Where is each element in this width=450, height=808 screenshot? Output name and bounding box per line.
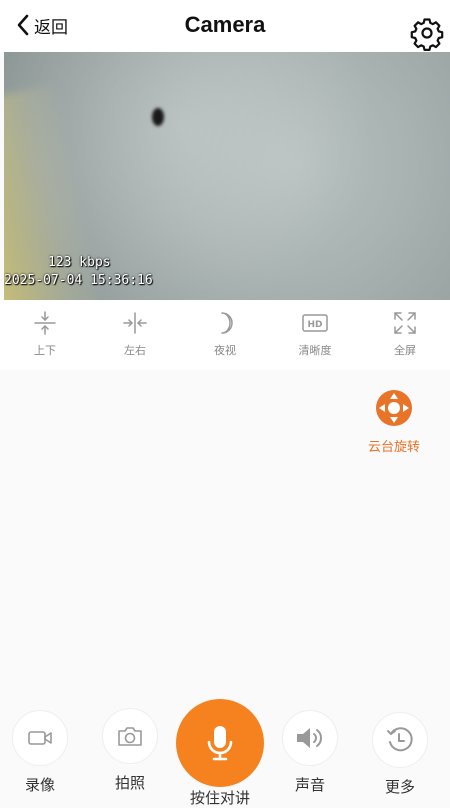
settings-button[interactable] — [410, 17, 444, 51]
night-vision-label: 夜视 — [214, 344, 236, 357]
fullscreen-label: 全屏 — [394, 344, 416, 357]
fullscreen-icon — [394, 312, 416, 334]
hd-icon: HD — [302, 314, 328, 332]
more-button[interactable]: 更多 — [370, 712, 430, 797]
night-vision-button[interactable]: 夜视 — [190, 310, 260, 358]
resolution-button[interactable]: HD 清晰度 — [280, 310, 350, 358]
timestamp-overlay: 2025-07-04 15:36:16 — [4, 273, 153, 288]
record-button[interactable]: 录像 — [10, 710, 70, 795]
chevron-left-icon — [17, 14, 29, 36]
flip-vertical-label: 上下 — [34, 344, 56, 357]
header-bar: 返回 Camera — [0, 0, 450, 52]
sound-circle — [282, 710, 338, 766]
back-label: 返回 — [34, 17, 68, 38]
flip-vertical-icon — [34, 311, 56, 335]
flip-horizontal-label: 左右 — [124, 344, 146, 357]
camera-video-feed[interactable]: 123 kbps 2025-07-04 15:36:16 — [4, 52, 450, 300]
back-button[interactable]: 返回 — [16, 10, 68, 40]
video-controls-bar: 上下 左右 夜视 HD 清晰度 全屏 — [0, 300, 450, 370]
sound-button[interactable]: 声音 — [280, 710, 340, 795]
bottom-action-bar: 录像 拍照 按住对讲 声音 更多 — [0, 690, 450, 807]
snapshot-button[interactable]: 拍照 — [100, 708, 160, 793]
resolution-label: 清晰度 — [298, 344, 332, 357]
talk-label: 按住对讲 — [189, 789, 250, 807]
snapshot-label: 拍照 — [114, 774, 145, 792]
microphone-icon — [207, 726, 233, 761]
record-circle — [12, 710, 68, 766]
camera-icon — [118, 727, 142, 746]
talk-circle — [176, 699, 264, 787]
history-icon — [387, 727, 413, 752]
speaker-icon — [297, 728, 322, 748]
fullscreen-button[interactable]: 全屏 — [370, 310, 440, 358]
bitrate-overlay: 123 kbps — [48, 255, 111, 270]
more-circle — [372, 712, 428, 768]
moon-icon — [221, 312, 233, 334]
record-label: 录像 — [24, 776, 55, 794]
sound-label: 声音 — [294, 776, 325, 794]
push-to-talk-button[interactable]: 按住对讲 — [176, 699, 264, 808]
svg-text:HD: HD — [307, 320, 322, 330]
flip-vertical-button[interactable]: 上下 — [10, 310, 80, 358]
video-camera-icon — [28, 731, 52, 745]
ptz-direction-icon — [376, 390, 412, 426]
flip-horizontal-icon — [123, 312, 147, 334]
gear-icon — [410, 18, 444, 51]
ptz-rotate-button[interactable]: 云台旋转 — [360, 388, 428, 455]
snapshot-circle — [102, 708, 158, 764]
more-label: 更多 — [384, 778, 415, 796]
flip-horizontal-button[interactable]: 左右 — [100, 310, 170, 358]
ptz-label: 云台旋转 — [367, 440, 420, 455]
video-dark-spot — [152, 108, 164, 126]
